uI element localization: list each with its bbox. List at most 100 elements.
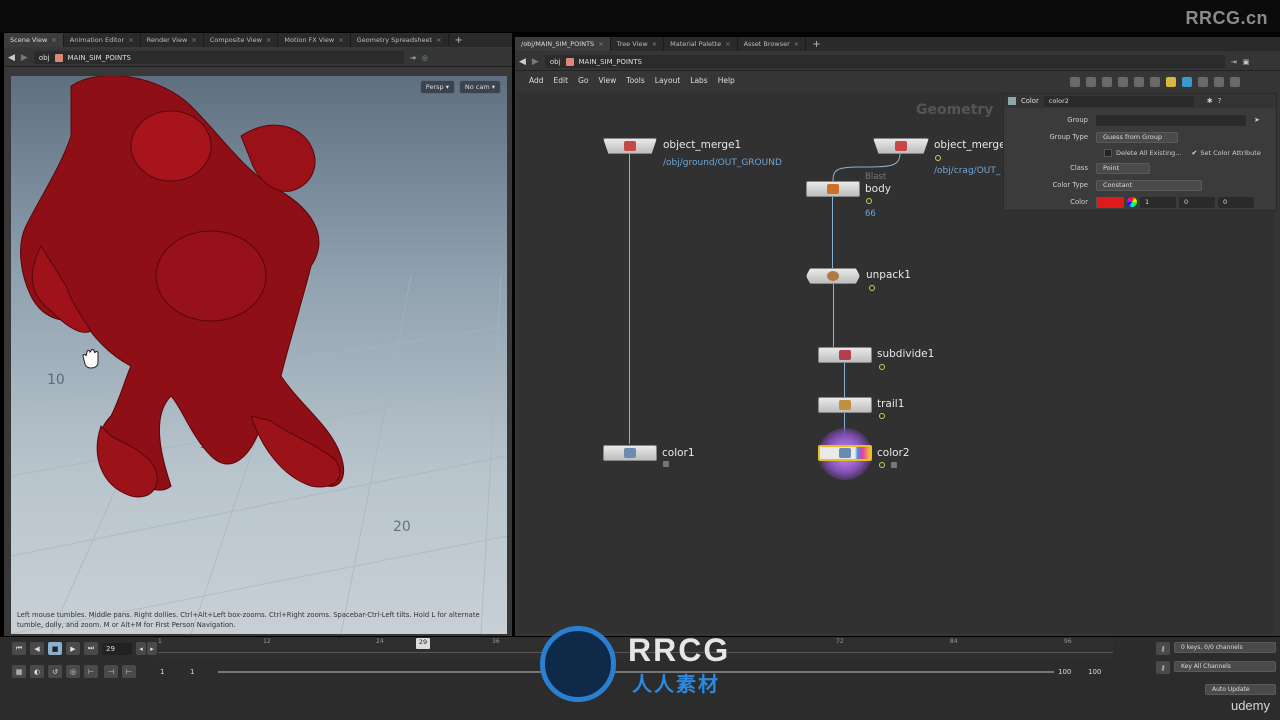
back-arrow-icon[interactable]: ◀ (519, 57, 526, 67)
color-type-dropdown[interactable]: Constant (1096, 179, 1202, 191)
color-r-field[interactable]: 1 (1140, 196, 1176, 208)
tab-composite-view[interactable]: Composite View × (204, 33, 279, 47)
grid-icon[interactable] (1118, 77, 1128, 87)
menu-edit[interactable]: Edit (554, 76, 569, 85)
close-icon[interactable]: × (128, 36, 133, 44)
range-next-icon[interactable]: ⊢ (122, 665, 136, 678)
tab-geometry-spreadsheet[interactable]: Geometry Spreadsheet × (351, 33, 449, 47)
tab-motion-fx-view[interactable]: Motion FX View × (278, 33, 351, 47)
pin-icon[interactable]: ⇥ (1231, 58, 1237, 66)
step-back-icon[interactable]: ◀ (30, 642, 44, 655)
tab-animation-editor[interactable]: Animation Editor × (64, 33, 141, 47)
audio-icon[interactable]: ◐ (30, 665, 44, 678)
menu-add[interactable]: Add (529, 76, 544, 85)
list-icon[interactable] (1102, 77, 1112, 87)
node-object-merge1[interactable] (603, 138, 657, 154)
image-icon[interactable] (1150, 77, 1160, 87)
frame-marker[interactable]: 29 (416, 638, 430, 649)
link-icon[interactable]: ◎ (422, 54, 428, 62)
stack-icon[interactable] (1198, 77, 1208, 87)
target-icon[interactable]: ◎ (66, 665, 80, 678)
current-frame-field[interactable]: 29 (102, 643, 132, 655)
close-icon[interactable]: × (794, 40, 799, 48)
close-icon[interactable]: × (725, 40, 730, 48)
color-swatch[interactable] (1096, 196, 1124, 208)
pin-icon[interactable]: ⇥ (410, 54, 416, 62)
key-channels-icon[interactable]: ⚷ (1156, 661, 1170, 674)
menu-layout[interactable]: Layout (655, 76, 681, 85)
jump-start-icon[interactable]: ⏮ (12, 642, 26, 655)
menu-help[interactable]: Help (718, 76, 735, 85)
node-object-merge2[interactable] (873, 138, 929, 154)
menu-view[interactable]: View (598, 76, 616, 85)
menu-go[interactable]: Go (578, 76, 588, 85)
group-type-dropdown[interactable]: Guess from Group (1096, 131, 1178, 143)
tree-icon[interactable] (1086, 77, 1096, 87)
grid-alt-icon[interactable] (1134, 77, 1144, 87)
tab-network-path[interactable]: /obj/MAIN_SIM_POINTS × (515, 37, 611, 51)
layout-icon[interactable] (1230, 77, 1240, 87)
node-color1[interactable] (603, 445, 657, 461)
arrow-select-icon[interactable]: ➤ (1254, 116, 1260, 124)
close-icon[interactable]: × (51, 36, 56, 44)
menu-labs[interactable]: Labs (690, 76, 707, 85)
play-icon[interactable]: ▶ (66, 642, 80, 655)
jump-end-icon[interactable]: ⏭ (84, 642, 98, 655)
tab-scene-view[interactable]: Scene View × (4, 33, 64, 47)
3d-viewport[interactable]: 10 15 20 Persp ▾ No cam ▾ (11, 76, 507, 634)
color-g-field[interactable]: 0 (1179, 196, 1215, 208)
tab-render-view[interactable]: Render View × (141, 33, 204, 47)
end-frame-field-2[interactable]: 100 (1084, 666, 1110, 678)
key-all-dropdown[interactable]: Key All Channels (1174, 661, 1276, 672)
group-field[interactable] (1096, 114, 1246, 126)
network-box-icon[interactable] (1182, 77, 1192, 87)
stop-icon[interactable]: ■ (48, 642, 62, 655)
close-icon[interactable]: × (598, 40, 603, 48)
wrench-icon[interactable] (1070, 77, 1080, 87)
close-icon[interactable]: × (191, 36, 196, 44)
add-tab-icon[interactable]: + (449, 33, 469, 47)
path-field[interactable]: obj MAIN_SIM_POINTS (33, 51, 404, 64)
realtime-icon[interactable]: ▦ (12, 665, 26, 678)
node-name-field[interactable]: color2 (1043, 95, 1194, 107)
forward-arrow-icon[interactable]: ▶ (21, 53, 28, 63)
color-b-field[interactable]: 0 (1218, 196, 1254, 208)
close-icon[interactable]: × (338, 36, 343, 44)
help-icon[interactable]: ? (1218, 97, 1222, 105)
keys-channels-dropdown[interactable]: 0 keys, 0/0 channels (1174, 642, 1276, 653)
search-icon[interactable] (1214, 77, 1224, 87)
tab-asset-browser[interactable]: Asset Browser × (738, 37, 807, 51)
node-subdivide1[interactable] (818, 347, 872, 363)
note-icon[interactable] (1166, 77, 1176, 87)
path-field[interactable]: obj MAIN_SIM_POINTS (544, 55, 1225, 68)
link-icon[interactable]: ▣ (1243, 58, 1250, 66)
gear-icon[interactable]: ✱ (1207, 97, 1213, 105)
close-icon[interactable]: × (266, 36, 271, 44)
delete-existing-checkbox[interactable] (1104, 149, 1112, 157)
key-icon[interactable]: ⚷ (1156, 642, 1170, 655)
close-icon[interactable]: × (436, 36, 441, 44)
start-frame-field-2[interactable]: 1 (186, 666, 214, 678)
class-dropdown[interactable]: Point (1096, 162, 1150, 174)
node-body[interactable] (806, 181, 860, 197)
add-tab-icon[interactable]: + (806, 37, 826, 51)
forward-arrow-icon[interactable]: ▶ (532, 57, 539, 67)
camera-dropdown[interactable]: No cam ▾ (458, 80, 501, 94)
loop-icon[interactable]: ↺ (48, 665, 62, 678)
persp-dropdown[interactable]: Persp ▾ (419, 80, 455, 94)
menu-tools[interactable]: Tools (626, 76, 644, 85)
node-color2[interactable] (818, 445, 872, 461)
prev-key-icon[interactable]: ◂ (136, 642, 146, 655)
color-wheel-icon[interactable] (1127, 197, 1137, 207)
back-arrow-icon[interactable]: ◀ (8, 53, 15, 63)
next-key-icon[interactable]: ▸ (147, 642, 157, 655)
set-color-checkbox[interactable]: ✔ (1192, 149, 1198, 157)
tab-material-palette[interactable]: Material Palette × (664, 37, 738, 51)
range-icon[interactable]: ⊢ (84, 665, 98, 678)
auto-update-dropdown[interactable]: Auto Update (1205, 684, 1276, 695)
start-frame-field[interactable]: 1 (156, 666, 184, 678)
end-frame-field[interactable]: 100 (1054, 666, 1080, 678)
node-unpack1[interactable] (806, 268, 860, 284)
node-trail1[interactable] (818, 397, 872, 413)
range-prev-icon[interactable]: ⊣ (104, 665, 118, 678)
